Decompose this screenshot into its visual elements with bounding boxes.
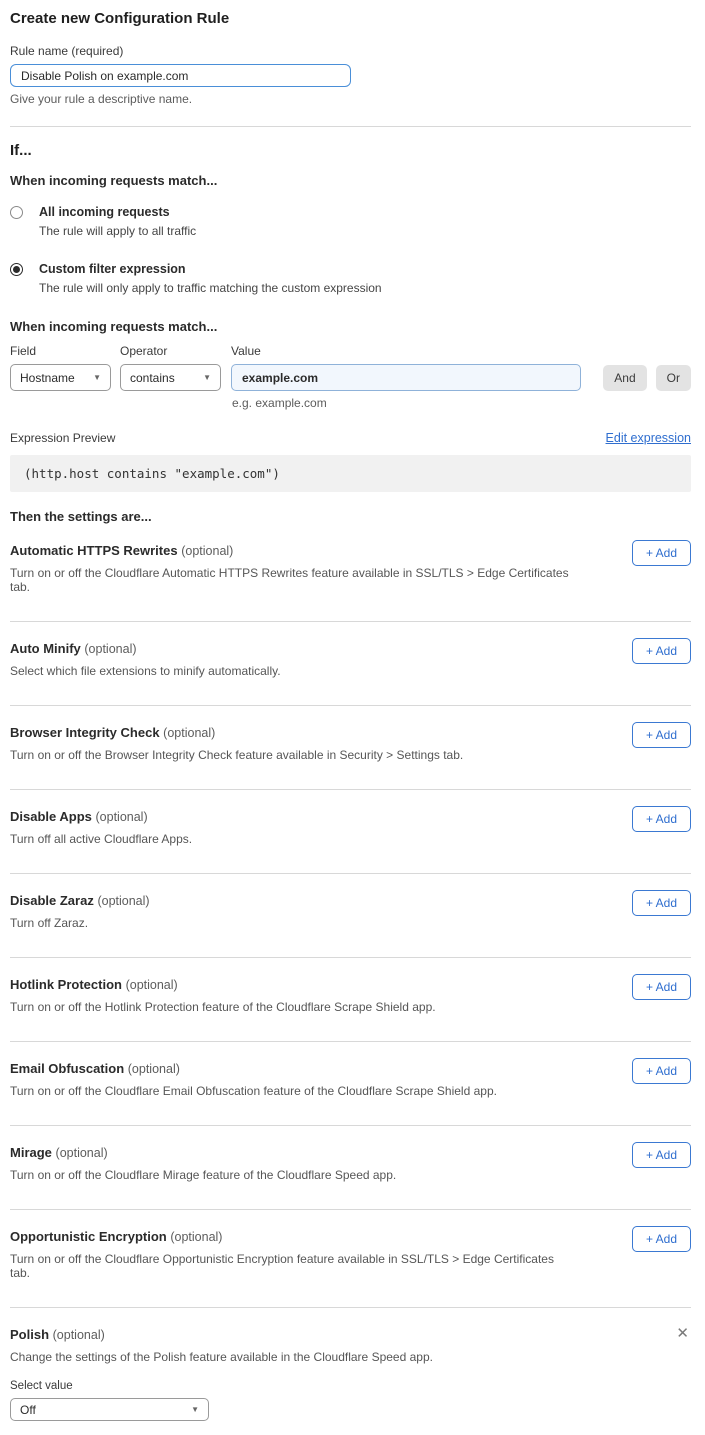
setting-row: Email Obfuscation (optional) Turn on or …: [10, 1042, 691, 1126]
setting-description: Select which file extensions to minify a…: [10, 664, 570, 678]
setting-row: Mirage (optional) Turn on or off the Clo…: [10, 1126, 691, 1210]
value-helper: e.g. example.com: [232, 396, 691, 410]
if-heading: If...: [10, 142, 691, 159]
add-setting-button[interactable]: + Add: [632, 890, 691, 916]
setting-description: Turn off all active Cloudflare Apps.: [10, 832, 570, 846]
setting-row: Disable Apps (optional) Turn off all act…: [10, 790, 691, 874]
setting-optional-tag: (optional): [128, 1062, 180, 1076]
setting-optional-tag: (optional): [84, 642, 136, 656]
add-setting-button[interactable]: + Add: [632, 1142, 691, 1168]
setting-optional-tag: (optional): [53, 1328, 105, 1342]
setting-row-polish: Polish (optional) ✕ Change the settings …: [10, 1308, 691, 1421]
add-setting-button[interactable]: + Add: [632, 1058, 691, 1084]
setting-optional-tag: (optional): [126, 978, 178, 992]
rule-name-input[interactable]: [10, 64, 351, 87]
field-select[interactable]: Hostname ▼: [10, 364, 111, 391]
setting-description: Change the settings of the Polish featur…: [10, 1350, 570, 1364]
create-configuration-rule-page: Create new Configuration Rule Rule name …: [0, 0, 705, 1435]
expression-preview-header: Expression Preview Edit expression: [10, 431, 691, 445]
setting-name: Browser Integrity Check: [10, 725, 160, 740]
setting-name: Hotlink Protection: [10, 977, 122, 992]
setting-optional-tag: (optional): [170, 1230, 222, 1244]
radio-option-description: The rule will only apply to traffic matc…: [39, 281, 382, 295]
value-input[interactable]: [231, 364, 581, 391]
add-setting-button[interactable]: + Add: [632, 540, 691, 566]
operator-label: Operator: [120, 344, 221, 358]
then-settings-heading: Then the settings are...: [10, 509, 691, 524]
setting-optional-tag: (optional): [97, 894, 149, 908]
setting-name: Automatic HTTPS Rewrites: [10, 543, 178, 558]
setting-optional-tag: (optional): [181, 544, 233, 558]
select-value-label: Select value: [10, 1380, 691, 1392]
radio-option-label: Custom filter expression: [39, 262, 382, 276]
setting-row: Automatic HTTPS Rewrites (optional) Turn…: [10, 524, 691, 622]
expression-preview-label: Expression Preview: [10, 431, 115, 445]
radio-custom-filter-expression[interactable]: Custom filter expression The rule will o…: [10, 262, 691, 295]
field-select-value: Hostname: [20, 371, 75, 385]
chevron-down-icon: ▼: [191, 1405, 199, 1414]
chevron-down-icon: ▼: [93, 373, 101, 382]
operator-select-value: contains: [130, 371, 175, 385]
page-title: Create new Configuration Rule: [10, 10, 691, 27]
setting-optional-tag: (optional): [96, 810, 148, 824]
radio-all-incoming-requests[interactable]: All incoming requests The rule will appl…: [10, 205, 691, 238]
radio-option-label: All incoming requests: [39, 205, 196, 219]
setting-description: Turn on or off the Cloudflare Automatic …: [10, 566, 570, 594]
edit-expression-link[interactable]: Edit expression: [606, 431, 691, 445]
setting-description: Turn on or off the Browser Integrity Che…: [10, 748, 570, 762]
add-setting-button[interactable]: + Add: [632, 974, 691, 1000]
setting-name: Polish: [10, 1327, 49, 1342]
radio-button-icon[interactable]: [10, 263, 23, 276]
operator-select[interactable]: contains ▼: [120, 364, 221, 391]
setting-optional-tag: (optional): [56, 1146, 108, 1160]
polish-value-select[interactable]: Off ▼: [10, 1398, 209, 1421]
rule-name-label: Rule name (required): [10, 44, 691, 58]
close-icon[interactable]: ✕: [676, 1326, 689, 1341]
setting-name: Email Obfuscation: [10, 1061, 124, 1076]
expression-preview-code: (http.host contains "example.com"): [10, 455, 691, 492]
chevron-down-icon: ▼: [203, 373, 211, 382]
setting-description: Turn off Zaraz.: [10, 916, 570, 930]
setting-name: Auto Minify: [10, 641, 81, 656]
setting-row: Disable Zaraz (optional) Turn off Zaraz.…: [10, 874, 691, 958]
setting-row: Browser Integrity Check (optional) Turn …: [10, 706, 691, 790]
builder-match-label: When incoming requests match...: [10, 319, 691, 334]
setting-row: Opportunistic Encryption (optional) Turn…: [10, 1210, 691, 1308]
radio-option-description: The rule will apply to all traffic: [39, 224, 196, 238]
add-setting-button[interactable]: + Add: [632, 638, 691, 664]
rule-name-helper: Give your rule a descriptive name.: [10, 92, 691, 106]
or-button[interactable]: Or: [656, 365, 691, 391]
setting-optional-tag: (optional): [163, 726, 215, 740]
field-label: Field: [10, 344, 111, 358]
setting-row: Hotlink Protection (optional) Turn on or…: [10, 958, 691, 1042]
setting-name: Opportunistic Encryption: [10, 1229, 167, 1244]
settings-list: Automatic HTTPS Rewrites (optional) Turn…: [10, 524, 691, 1308]
incoming-requests-match-label: When incoming requests match...: [10, 173, 691, 188]
add-setting-button[interactable]: + Add: [632, 806, 691, 832]
radio-button-icon[interactable]: [10, 206, 23, 219]
setting-name: Disable Apps: [10, 809, 92, 824]
value-label: Value: [231, 344, 581, 358]
section-divider: [10, 126, 691, 127]
setting-description: Turn on or off the Hotlink Protection fe…: [10, 1000, 570, 1014]
add-setting-button[interactable]: + Add: [632, 1226, 691, 1252]
and-button[interactable]: And: [603, 365, 646, 391]
add-setting-button[interactable]: + Add: [632, 722, 691, 748]
setting-row: Auto Minify (optional) Select which file…: [10, 622, 691, 706]
setting-description: Turn on or off the Cloudflare Opportunis…: [10, 1252, 570, 1280]
setting-name: Mirage: [10, 1145, 52, 1160]
setting-name: Disable Zaraz: [10, 893, 94, 908]
setting-description: Turn on or off the Cloudflare Email Obfu…: [10, 1084, 570, 1098]
setting-description: Turn on or off the Cloudflare Mirage fea…: [10, 1168, 570, 1182]
request-match-radio-group: All incoming requests The rule will appl…: [10, 205, 691, 295]
expression-builder: When incoming requests match... Field Ho…: [10, 319, 691, 410]
polish-select-value: Off: [20, 1403, 36, 1417]
